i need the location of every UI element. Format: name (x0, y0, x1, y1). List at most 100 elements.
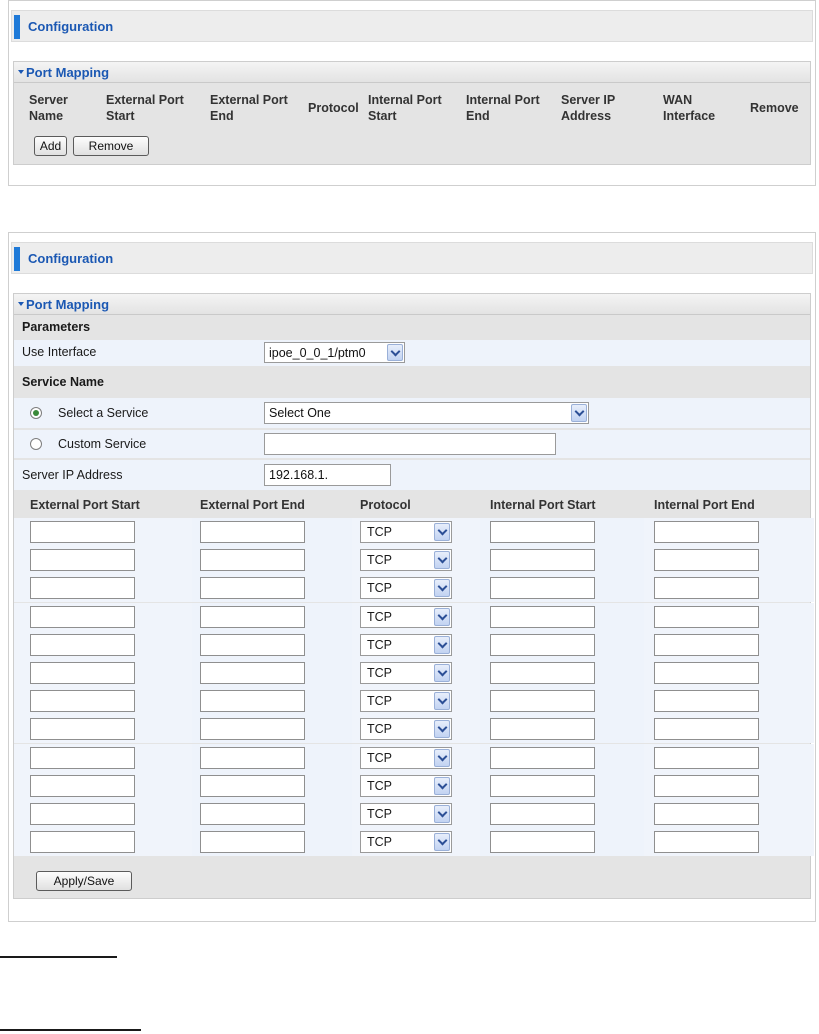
protocol-select[interactable]: TCP (360, 803, 452, 825)
protocol-value: TCP (367, 553, 392, 568)
protocol-select[interactable]: TCP (360, 662, 452, 684)
custom-service-input[interactable] (264, 433, 556, 455)
internal-port-end-input[interactable] (654, 690, 759, 713)
chevron-down-icon[interactable] (434, 805, 450, 823)
port-grid-row: TCP (14, 546, 814, 575)
external-port-end-input[interactable] (200, 718, 305, 741)
protocol-select[interactable]: TCP (360, 746, 452, 769)
internal-port-end-input[interactable] (654, 633, 759, 656)
chevron-down-icon[interactable] (434, 523, 450, 541)
chevron-down-icon[interactable] (434, 748, 450, 767)
configuration-bar: Configuration (11, 10, 813, 42)
protocol-value: TCP (367, 835, 392, 850)
chevron-down-icon[interactable] (434, 776, 450, 795)
external-port-end-input[interactable] (200, 633, 305, 656)
protocol-select[interactable]: TCP (360, 831, 452, 854)
internal-port-end-input[interactable] (654, 549, 759, 572)
external-port-end-input[interactable] (200, 549, 305, 572)
port-grid-row: TCP (14, 743, 814, 772)
protocol-select[interactable]: TCP (360, 549, 452, 572)
external-port-start-input[interactable] (30, 718, 135, 741)
section-header[interactable]: Port Mapping (14, 62, 810, 83)
external-port-end-input[interactable] (200, 831, 305, 854)
internal-port-start-input[interactable] (490, 690, 595, 713)
collapse-triangle-icon[interactable] (18, 70, 24, 74)
external-port-end-input[interactable] (200, 746, 305, 769)
chevron-down-icon[interactable] (434, 607, 450, 626)
external-port-start-input[interactable] (30, 577, 135, 600)
internal-port-end-input[interactable] (654, 774, 759, 797)
internal-port-start-input[interactable] (490, 803, 595, 825)
external-port-start-input[interactable] (30, 690, 135, 713)
internal-port-end-input[interactable] (654, 577, 759, 600)
internal-port-start-input[interactable] (490, 577, 595, 600)
internal-port-start-input[interactable] (490, 521, 595, 543)
chevron-down-icon[interactable] (434, 664, 450, 682)
protocol-select[interactable]: TCP (360, 718, 452, 741)
internal-port-end-input[interactable] (654, 746, 759, 769)
remove-button[interactable]: Remove (73, 136, 149, 156)
chevron-down-icon[interactable] (387, 344, 403, 361)
add-button[interactable]: Add (34, 136, 67, 156)
internal-port-start-input[interactable] (490, 746, 595, 769)
select-service-radio[interactable] (30, 407, 42, 419)
protocol-select[interactable]: TCP (360, 690, 452, 713)
external-port-end-input[interactable] (200, 690, 305, 713)
port-grid-row: TCP (14, 771, 814, 800)
protocol-select[interactable]: TCP (360, 577, 452, 600)
chevron-down-icon[interactable] (434, 692, 450, 711)
internal-port-end-input[interactable] (654, 718, 759, 741)
use-interface-select[interactable]: ipoe_0_0_1/ptm0 (264, 342, 405, 363)
protocol-select[interactable]: TCP (360, 633, 452, 656)
external-port-end-input[interactable] (200, 662, 305, 684)
custom-service-radio[interactable] (30, 438, 42, 450)
external-port-start-input[interactable] (30, 831, 135, 854)
external-port-end-input[interactable] (200, 605, 305, 628)
internal-port-end-input[interactable] (654, 803, 759, 825)
chevron-down-icon[interactable] (434, 579, 450, 598)
service-select[interactable]: Select One (264, 402, 589, 424)
collapse-triangle-icon[interactable] (18, 302, 24, 306)
external-port-start-input[interactable] (30, 605, 135, 628)
section-title: Port Mapping (26, 297, 110, 312)
col-remove: Remove (750, 101, 799, 115)
server-ip-input[interactable] (264, 464, 391, 486)
chevron-down-icon[interactable] (434, 635, 450, 654)
port-grid-row: TCP (14, 828, 814, 857)
external-port-start-input[interactable] (30, 774, 135, 797)
protocol-select[interactable]: TCP (360, 774, 452, 797)
external-port-start-input[interactable] (30, 521, 135, 543)
chevron-down-icon[interactable] (434, 833, 450, 852)
internal-port-start-input[interactable] (490, 718, 595, 741)
external-port-start-input[interactable] (30, 803, 135, 825)
internal-port-end-input[interactable] (654, 662, 759, 684)
external-port-end-input[interactable] (200, 774, 305, 797)
external-port-start-input[interactable] (30, 549, 135, 572)
protocol-select[interactable]: TCP (360, 605, 452, 628)
col-protocol: Protocol (308, 101, 359, 115)
section-header[interactable]: Port Mapping (14, 294, 810, 315)
external-port-start-input[interactable] (30, 662, 135, 684)
internal-port-start-input[interactable] (490, 605, 595, 628)
chevron-down-icon[interactable] (571, 404, 587, 422)
external-port-end-input[interactable] (200, 803, 305, 825)
protocol-select[interactable]: TCP (360, 521, 452, 543)
external-port-start-input[interactable] (30, 633, 135, 656)
internal-port-start-input[interactable] (490, 831, 595, 854)
protocol-value: TCP (367, 722, 392, 737)
select-service-row: Select a Service Select One (14, 398, 810, 428)
internal-port-start-input[interactable] (490, 662, 595, 684)
external-port-end-input[interactable] (200, 577, 305, 600)
port-grid-header: External Port Start External Port End Pr… (14, 494, 810, 516)
apply-save-button[interactable]: Apply/Save (36, 871, 132, 891)
internal-port-end-input[interactable] (654, 605, 759, 628)
chevron-down-icon[interactable] (434, 551, 450, 570)
internal-port-start-input[interactable] (490, 633, 595, 656)
internal-port-start-input[interactable] (490, 549, 595, 572)
internal-port-end-input[interactable] (654, 521, 759, 543)
internal-port-start-input[interactable] (490, 774, 595, 797)
internal-port-end-input[interactable] (654, 831, 759, 854)
external-port-end-input[interactable] (200, 521, 305, 543)
chevron-down-icon[interactable] (434, 720, 450, 739)
external-port-start-input[interactable] (30, 746, 135, 769)
